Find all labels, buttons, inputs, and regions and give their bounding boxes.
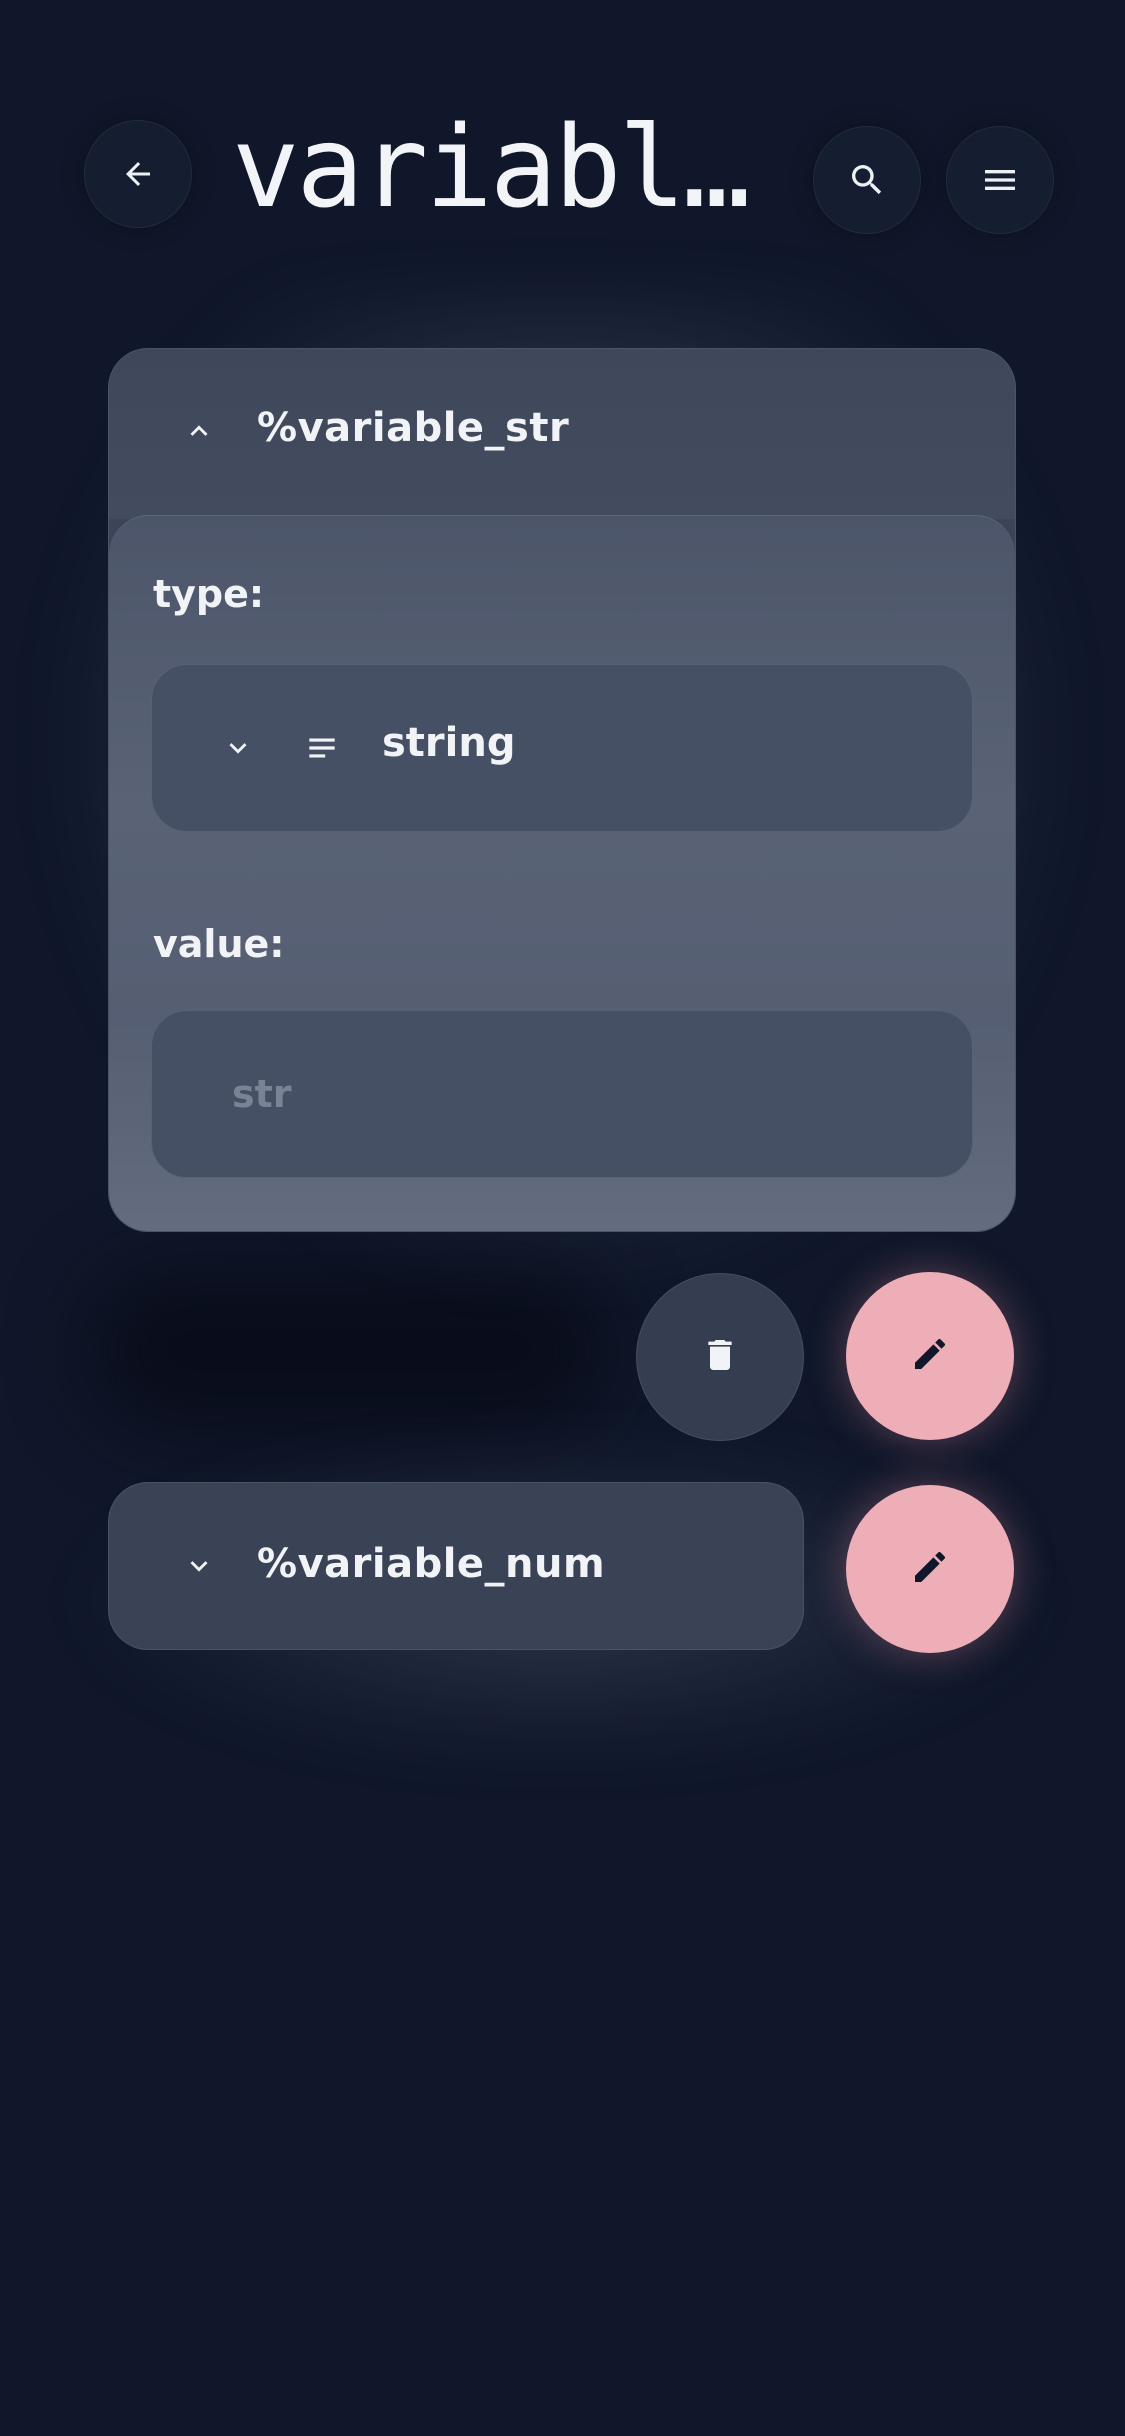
variable-card-expanded: %variable_str type: string value: — [108, 348, 1016, 1232]
page-title: variabl… — [232, 108, 750, 228]
edit-button-variable-num[interactable] — [846, 1485, 1014, 1653]
menu-button[interactable] — [946, 126, 1054, 234]
chevron-down-icon — [208, 718, 268, 778]
menu-icon — [980, 160, 1020, 200]
value-input[interactable] — [232, 1066, 932, 1122]
edit-button[interactable] — [846, 1272, 1014, 1440]
arrow-left-icon — [120, 156, 156, 192]
chevron-up-icon[interactable] — [169, 401, 229, 461]
type-label: type: — [153, 572, 265, 616]
card-shadow — [90, 1270, 610, 1430]
pencil-icon — [910, 1547, 950, 1591]
trash-icon — [700, 1335, 740, 1379]
variable-name: %variable_str — [257, 405, 570, 451]
value-label: value: — [153, 922, 285, 966]
variable-card-body: type: string value: — [109, 515, 1015, 1231]
chevron-down-icon[interactable] — [169, 1536, 229, 1596]
type-select[interactable]: string — [151, 664, 973, 832]
search-button[interactable] — [813, 126, 921, 234]
search-icon — [847, 160, 887, 200]
value-field[interactable] — [151, 1010, 973, 1178]
variable-name: %variable_num — [257, 1541, 606, 1587]
back-button[interactable] — [84, 120, 192, 228]
delete-button[interactable] — [636, 1273, 804, 1441]
variable-card-header[interactable]: %variable_str — [109, 349, 1015, 519]
variable-card-collapsed[interactable]: %variable_num — [108, 1482, 804, 1650]
pencil-icon — [910, 1334, 950, 1378]
type-value: string — [382, 720, 516, 766]
text-lines-icon — [292, 718, 352, 778]
